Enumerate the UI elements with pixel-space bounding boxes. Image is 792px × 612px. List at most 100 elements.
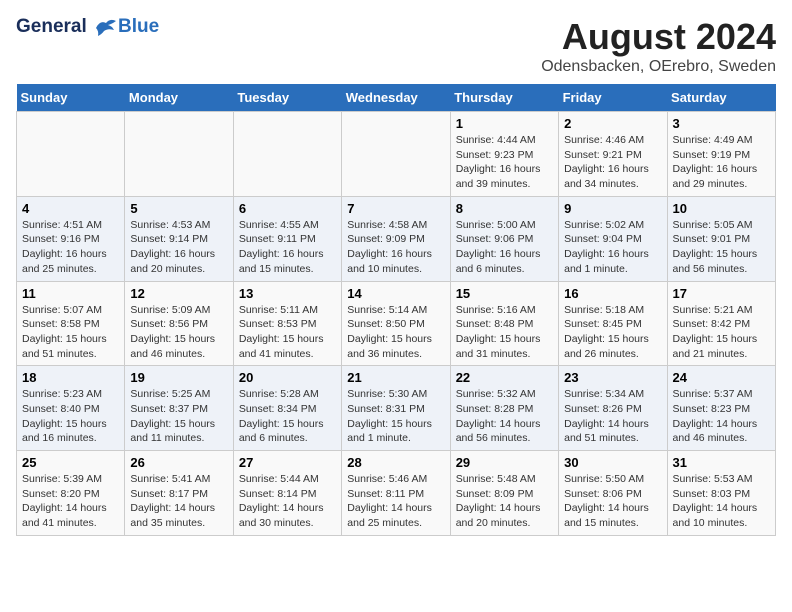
day-detail: Sunrise: 5:02 AM Sunset: 9:04 PM Dayligh… xyxy=(564,218,661,277)
day-number: 31 xyxy=(673,455,770,470)
week-row-3: 18 Sunrise: 5:23 AM Sunset: 8:40 PM Dayli… xyxy=(17,366,776,451)
day-number: 19 xyxy=(130,370,227,385)
calendar-cell: 8 Sunrise: 5:00 AM Sunset: 9:06 PM Daylig… xyxy=(450,196,558,281)
day-number: 28 xyxy=(347,455,444,470)
day-detail: Sunrise: 5:41 AM Sunset: 8:17 PM Dayligh… xyxy=(130,472,227,531)
day-detail: Sunrise: 5:30 AM Sunset: 8:31 PM Dayligh… xyxy=(347,387,444,446)
day-detail: Sunrise: 5:05 AM Sunset: 9:01 PM Dayligh… xyxy=(673,218,770,277)
day-detail: Sunrise: 5:50 AM Sunset: 8:06 PM Dayligh… xyxy=(564,472,661,531)
calendar-cell: 10 Sunrise: 5:05 AM Sunset: 9:01 PM Dayli… xyxy=(667,196,775,281)
title-block: August 2024 Odensbacken, OErebro, Sweden xyxy=(541,16,776,76)
day-number: 26 xyxy=(130,455,227,470)
calendar-cell: 27 Sunrise: 5:44 AM Sunset: 8:14 PM Dayli… xyxy=(233,451,341,536)
day-number: 1 xyxy=(456,116,553,131)
day-number: 21 xyxy=(347,370,444,385)
day-detail: Sunrise: 5:39 AM Sunset: 8:20 PM Dayligh… xyxy=(22,472,119,531)
day-detail: Sunrise: 4:51 AM Sunset: 9:16 PM Dayligh… xyxy=(22,218,119,277)
day-number: 13 xyxy=(239,286,336,301)
calendar-cell: 19 Sunrise: 5:25 AM Sunset: 8:37 PM Dayli… xyxy=(125,366,233,451)
calendar-header: SundayMondayTuesdayWednesdayThursdayFrid… xyxy=(17,84,776,112)
calendar-cell: 17Sunrise: 5:21 AM Sunset: 8:42 PM Dayli… xyxy=(667,281,775,366)
calendar-cell: 31 Sunrise: 5:53 AM Sunset: 8:03 PM Dayli… xyxy=(667,451,775,536)
day-detail: Sunrise: 4:55 AM Sunset: 9:11 PM Dayligh… xyxy=(239,218,336,277)
day-number: 3 xyxy=(673,116,770,131)
day-number: 6 xyxy=(239,201,336,216)
day-detail: Sunrise: 5:53 AM Sunset: 8:03 PM Dayligh… xyxy=(673,472,770,531)
page-subtitle: Odensbacken, OErebro, Sweden xyxy=(541,58,776,76)
calendar-cell: 26 Sunrise: 5:41 AM Sunset: 8:17 PM Dayli… xyxy=(125,451,233,536)
header-sunday: Sunday xyxy=(17,84,125,112)
calendar-cell: 14 Sunrise: 5:14 AM Sunset: 8:50 PM Dayli… xyxy=(342,281,450,366)
calendar-cell xyxy=(342,112,450,197)
day-detail: Sunrise: 5:25 AM Sunset: 8:37 PM Dayligh… xyxy=(130,387,227,446)
calendar-cell: 3 Sunrise: 4:49 AM Sunset: 9:19 PM Daylig… xyxy=(667,112,775,197)
day-number: 14 xyxy=(347,286,444,301)
header-friday: Friday xyxy=(559,84,667,112)
calendar-cell xyxy=(233,112,341,197)
day-number: 7 xyxy=(347,201,444,216)
calendar-cell: 11 Sunrise: 5:07 AM Sunset: 8:58 PM Dayli… xyxy=(17,281,125,366)
day-detail: Sunrise: 4:46 AM Sunset: 9:21 PM Dayligh… xyxy=(564,133,661,192)
day-detail: Sunrise: 5:48 AM Sunset: 8:09 PM Dayligh… xyxy=(456,472,553,531)
day-number: 22 xyxy=(456,370,553,385)
header-wednesday: Wednesday xyxy=(342,84,450,112)
day-number: 20 xyxy=(239,370,336,385)
day-detail: Sunrise: 4:44 AM Sunset: 9:23 PM Dayligh… xyxy=(456,133,553,192)
day-detail: Sunrise: 5:34 AM Sunset: 8:26 PM Dayligh… xyxy=(564,387,661,446)
day-detail: Sunrise: 5:07 AM Sunset: 8:58 PM Dayligh… xyxy=(22,303,119,362)
calendar-cell: 23 Sunrise: 5:34 AM Sunset: 8:26 PM Dayli… xyxy=(559,366,667,451)
day-detail: Sunrise: 5:18 AM Sunset: 8:45 PM Dayligh… xyxy=(564,303,661,362)
day-number: 4 xyxy=(22,201,119,216)
day-number: 25 xyxy=(22,455,119,470)
day-number: 10 xyxy=(673,201,770,216)
day-detail: Sunrise: 5:32 AM Sunset: 8:28 PM Dayligh… xyxy=(456,387,553,446)
day-number: 29 xyxy=(456,455,553,470)
calendar-cell: 21 Sunrise: 5:30 AM Sunset: 8:31 PM Dayli… xyxy=(342,366,450,451)
calendar-cell: 18 Sunrise: 5:23 AM Sunset: 8:40 PM Dayli… xyxy=(17,366,125,451)
calendar-cell: 30 Sunrise: 5:50 AM Sunset: 8:06 PM Dayli… xyxy=(559,451,667,536)
day-detail: Sunrise: 5:23 AM Sunset: 8:40 PM Dayligh… xyxy=(22,387,119,446)
calendar-cell: 13 Sunrise: 5:11 AM Sunset: 8:53 PM Dayli… xyxy=(233,281,341,366)
day-number: 18 xyxy=(22,370,119,385)
calendar-cell: 22 Sunrise: 5:32 AM Sunset: 8:28 PM Dayli… xyxy=(450,366,558,451)
day-number: 8 xyxy=(456,201,553,216)
calendar-cell: 5Sunrise: 4:53 AM Sunset: 9:14 PM Daylig… xyxy=(125,196,233,281)
day-detail: Sunrise: 5:44 AM Sunset: 8:14 PM Dayligh… xyxy=(239,472,336,531)
day-detail: Sunrise: 4:58 AM Sunset: 9:09 PM Dayligh… xyxy=(347,218,444,277)
day-number: 11 xyxy=(22,286,119,301)
day-number: 16 xyxy=(564,286,661,301)
logo-text: General xyxy=(16,17,116,38)
page-title: August 2024 xyxy=(541,16,776,58)
calendar-cell: 7 Sunrise: 4:58 AM Sunset: 9:09 PM Daylig… xyxy=(342,196,450,281)
day-detail: Sunrise: 5:11 AM Sunset: 8:53 PM Dayligh… xyxy=(239,303,336,362)
calendar-cell xyxy=(125,112,233,197)
calendar-cell: 4 Sunrise: 4:51 AM Sunset: 9:16 PM Daylig… xyxy=(17,196,125,281)
calendar-body: 1 Sunrise: 4:44 AM Sunset: 9:23 PM Daylig… xyxy=(17,112,776,536)
day-number: 12 xyxy=(130,286,227,301)
header-row: SundayMondayTuesdayWednesdayThursdayFrid… xyxy=(17,84,776,112)
week-row-2: 11 Sunrise: 5:07 AM Sunset: 8:58 PM Dayli… xyxy=(17,281,776,366)
day-detail: Sunrise: 4:49 AM Sunset: 9:19 PM Dayligh… xyxy=(673,133,770,192)
day-detail: Sunrise: 5:00 AM Sunset: 9:06 PM Dayligh… xyxy=(456,218,553,277)
day-number: 2 xyxy=(564,116,661,131)
day-number: 17 xyxy=(673,286,770,301)
logo-bird-icon xyxy=(94,18,116,36)
day-detail: Sunrise: 5:14 AM Sunset: 8:50 PM Dayligh… xyxy=(347,303,444,362)
header-thursday: Thursday xyxy=(450,84,558,112)
calendar-cell: 29 Sunrise: 5:48 AM Sunset: 8:09 PM Dayli… xyxy=(450,451,558,536)
logo: General Blue xyxy=(16,16,159,38)
calendar-cell: 28Sunrise: 5:46 AM Sunset: 8:11 PM Dayli… xyxy=(342,451,450,536)
day-detail: Sunrise: 5:09 AM Sunset: 8:56 PM Dayligh… xyxy=(130,303,227,362)
calendar-cell xyxy=(17,112,125,197)
calendar-cell: 1 Sunrise: 4:44 AM Sunset: 9:23 PM Daylig… xyxy=(450,112,558,197)
day-number: 30 xyxy=(564,455,661,470)
calendar-cell: 24 Sunrise: 5:37 AM Sunset: 8:23 PM Dayli… xyxy=(667,366,775,451)
day-number: 23 xyxy=(564,370,661,385)
week-row-4: 25 Sunrise: 5:39 AM Sunset: 8:20 PM Dayli… xyxy=(17,451,776,536)
calendar-cell: 25 Sunrise: 5:39 AM Sunset: 8:20 PM Dayli… xyxy=(17,451,125,536)
day-number: 5 xyxy=(130,201,227,216)
day-number: 27 xyxy=(239,455,336,470)
day-detail: Sunrise: 5:37 AM Sunset: 8:23 PM Dayligh… xyxy=(673,387,770,446)
calendar-cell: 15Sunrise: 5:16 AM Sunset: 8:48 PM Dayli… xyxy=(450,281,558,366)
day-number: 24 xyxy=(673,370,770,385)
